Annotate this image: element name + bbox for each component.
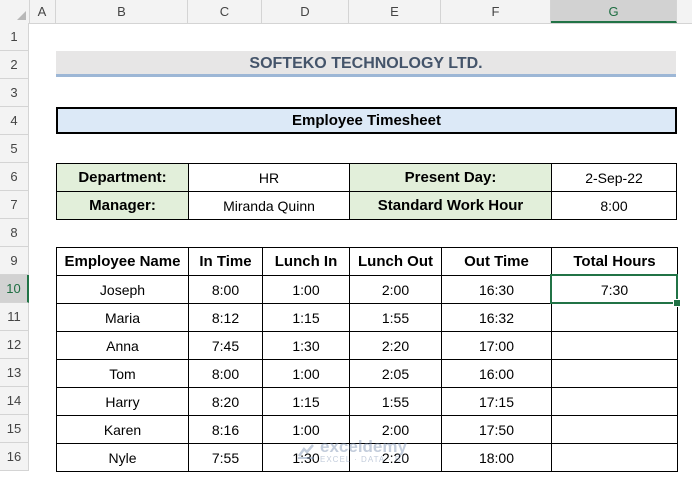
watermark-tagline: EXCEL · DATA · BI (320, 455, 405, 464)
cell-in-time[interactable]: 8:12 (188, 303, 263, 332)
row-header-11[interactable]: 11 (0, 303, 29, 331)
column-header-f[interactable]: F (441, 0, 551, 23)
cell-lunch-in[interactable]: 1:00 (262, 275, 350, 304)
row-header-13[interactable]: 13 (0, 359, 29, 387)
cell-lunch-out[interactable]: 1:55 (349, 387, 442, 416)
manager-value[interactable]: Miranda Quinn (188, 191, 350, 220)
standard-work-hour-value[interactable]: 8:00 (551, 191, 677, 220)
cell-lunch-out[interactable]: 2:20 (349, 331, 442, 360)
cell-out-time[interactable]: 16:30 (441, 275, 552, 304)
column-header-g[interactable]: G (551, 0, 677, 23)
cell-in-time[interactable]: 8:00 (188, 359, 263, 388)
cell-out-time[interactable]: 17:50 (441, 415, 552, 444)
cell-lunch-out[interactable]: 1:55 (349, 303, 442, 332)
cell-employee-name[interactable]: Joseph (56, 275, 189, 304)
cell-employee-name[interactable]: Anna (56, 331, 189, 360)
column-header-next[interactable] (677, 0, 692, 23)
row-header-14[interactable]: 14 (0, 387, 29, 415)
cell-in-time[interactable]: 7:45 (188, 331, 263, 360)
cell-total-hours[interactable] (551, 331, 678, 360)
department-value[interactable]: HR (188, 163, 350, 192)
spreadsheet: A B C D E F G 1 2 3 4 5 6 7 8 9 10 11 12 13 14 15 16 SO… (0, 0, 692, 486)
cell-employee-name[interactable]: Maria (56, 303, 189, 332)
header-lunch-out[interactable]: Lunch Out (349, 247, 442, 276)
watermark: exceldemy EXCEL · DATA · BI (296, 438, 407, 464)
cell-total-hours[interactable] (551, 303, 678, 332)
select-all-button[interactable] (0, 0, 30, 23)
header-total-hours[interactable]: Total Hours (551, 247, 678, 276)
cell-out-time[interactable]: 16:00 (441, 359, 552, 388)
column-header-c[interactable]: C (188, 0, 262, 23)
cell-in-time[interactable]: 7:55 (188, 443, 263, 472)
row-header-1[interactable]: 1 (0, 23, 29, 51)
cell-out-time[interactable]: 18:00 (441, 443, 552, 472)
row-header-3[interactable]: 3 (0, 79, 29, 107)
column-header-bar: A B C D E F G (0, 0, 692, 24)
header-employee-name[interactable]: Employee Name (56, 247, 189, 276)
cell-employee-name[interactable]: Tom (56, 359, 189, 388)
row-header-9[interactable]: 9 (0, 247, 29, 275)
cell-lunch-out[interactable]: 2:05 (349, 359, 442, 388)
department-label[interactable]: Department: (56, 163, 189, 192)
cell-lunch-in[interactable]: 1:00 (262, 359, 350, 388)
cell-employee-name[interactable]: Karen (56, 415, 189, 444)
row-header-4[interactable]: 4 (0, 107, 29, 135)
cell-total-hours[interactable] (551, 415, 678, 444)
cell-out-time[interactable]: 16:32 (441, 303, 552, 332)
row-header-8[interactable]: 8 (0, 219, 29, 247)
row-header-6[interactable]: 6 (0, 163, 29, 191)
column-header-a[interactable]: A (29, 0, 56, 23)
manager-label[interactable]: Manager: (56, 191, 189, 220)
fill-handle[interactable] (673, 299, 681, 307)
row-header-7[interactable]: 7 (0, 191, 29, 219)
column-header-d[interactable]: D (262, 0, 349, 23)
cell-lunch-out[interactable]: 2:00 (349, 275, 442, 304)
row-header-5[interactable]: 5 (0, 135, 29, 163)
cell-total-hours[interactable] (551, 387, 678, 416)
cell-total-hours[interactable] (551, 443, 678, 472)
row-header-16[interactable]: 16 (0, 443, 29, 471)
present-day-value[interactable]: 2-Sep-22 (551, 163, 677, 192)
row-header-10[interactable]: 10 (0, 275, 29, 303)
cell-in-time[interactable]: 8:20 (188, 387, 263, 416)
cell-out-time[interactable]: 17:15 (441, 387, 552, 416)
cell-lunch-in[interactable]: 1:15 (262, 387, 350, 416)
row-header-15[interactable]: 15 (0, 415, 29, 443)
cell-employee-name[interactable]: Nyle (56, 443, 189, 472)
cell-total-hours[interactable] (551, 359, 678, 388)
cell-lunch-in[interactable]: 1:30 (262, 331, 350, 360)
watermark-name: exceldemy (320, 437, 407, 456)
cell-in-time[interactable]: 8:00 (188, 275, 263, 304)
header-out-time[interactable]: Out Time (441, 247, 552, 276)
exceldemy-logo-icon (296, 441, 316, 461)
cell-out-time[interactable]: 17:00 (441, 331, 552, 360)
present-day-label[interactable]: Present Day: (349, 163, 552, 192)
cell-in-time[interactable]: 8:16 (188, 415, 263, 444)
active-cell-outline (550, 274, 678, 304)
standard-work-hour-label[interactable]: Standard Work Hour (349, 191, 552, 220)
column-header-e[interactable]: E (349, 0, 441, 23)
sheet-subtitle[interactable]: Employee Timesheet (56, 107, 677, 134)
cell-employee-name[interactable]: Harry (56, 387, 189, 416)
cell-lunch-in[interactable]: 1:15 (262, 303, 350, 332)
row-header-12[interactable]: 12 (0, 331, 29, 359)
column-header-b[interactable]: B (56, 0, 188, 23)
row-header-2[interactable]: 2 (0, 51, 29, 79)
company-title[interactable]: SOFTEKO TECHNOLOGY LTD. (56, 51, 676, 77)
header-in-time[interactable]: In Time (188, 247, 263, 276)
header-lunch-in[interactable]: Lunch In (262, 247, 350, 276)
